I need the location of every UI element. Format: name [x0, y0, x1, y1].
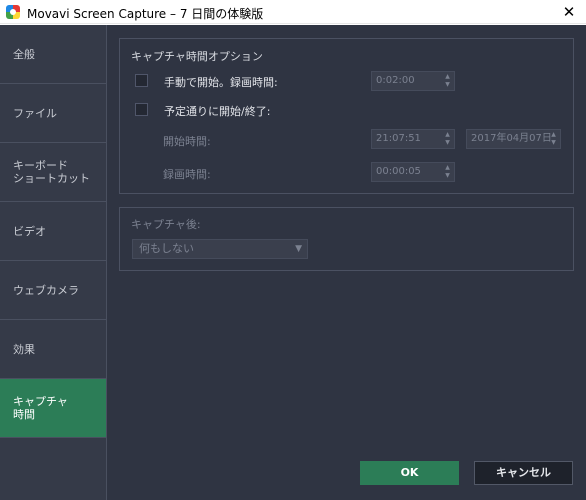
- scheduled-checkbox[interactable]: [135, 103, 148, 116]
- sidebar-item-files[interactable]: ファイル: [0, 84, 106, 143]
- sidebar-item-webcam[interactable]: ウェブカメラ: [0, 261, 106, 320]
- start-date-spinbox[interactable]: 2017年04月07日 ▲ ▼: [466, 129, 561, 149]
- start-time-spinbox[interactable]: 21:07:51 ▲ ▼: [371, 129, 455, 149]
- manual-duration-value: 0:02:00: [376, 75, 415, 86]
- window-title: Movavi Screen Capture – 7 日間の体験版: [27, 7, 264, 21]
- spin-arrows-icon[interactable]: ▲ ▼: [444, 164, 451, 180]
- start-date-value: 2017年04月07日: [471, 133, 552, 144]
- close-icon[interactable]: ✕: [552, 0, 586, 24]
- scheduled-label: 予定通りに開始/終了:: [164, 105, 271, 118]
- scheduled-duration-value: 00:00:05: [376, 166, 421, 177]
- start-time-value: 21:07:51: [376, 133, 421, 144]
- movavi-app-icon: [6, 5, 20, 19]
- settings-window: 全般 ファイル キーボード ショートカット ビデオ ウェブカメラ 効果 キャプチ…: [0, 25, 586, 500]
- after-capture-selected: 何もしない: [139, 242, 194, 255]
- manual-start-label: 手動で開始。録画時間:: [164, 76, 278, 89]
- cancel-button[interactable]: キャンセル: [474, 461, 573, 485]
- spin-arrows-icon[interactable]: ▲ ▼: [444, 73, 451, 89]
- scheduled-duration-spinbox[interactable]: 00:00:05 ▲ ▼: [371, 162, 455, 182]
- ok-button[interactable]: OK: [360, 461, 459, 485]
- settings-sidebar: 全般 ファイル キーボード ショートカット ビデオ ウェブカメラ 効果 キャプチ…: [0, 25, 107, 500]
- scheduled-duration-label: 録画時間:: [163, 168, 211, 181]
- sidebar-item-video[interactable]: ビデオ: [0, 202, 106, 261]
- start-time-label: 開始時間:: [163, 135, 211, 148]
- spin-arrows-icon[interactable]: ▲ ▼: [444, 131, 451, 147]
- title-bar: Movavi Screen Capture – 7 日間の体験版 ✕: [0, 0, 586, 24]
- sidebar-item-general[interactable]: 全般: [0, 25, 106, 84]
- spin-arrows-icon[interactable]: ▲ ▼: [550, 131, 557, 147]
- after-capture-title: キャプチャ後:: [131, 218, 201, 231]
- manual-duration-spinbox[interactable]: 0:02:00 ▲ ▼: [371, 71, 455, 91]
- manual-start-checkbox[interactable]: [135, 74, 148, 87]
- sidebar-item-effects[interactable]: 効果: [0, 320, 106, 379]
- after-capture-dropdown[interactable]: 何もしない ▼: [132, 239, 308, 259]
- capture-time-options-title: キャプチャ時間オプション: [131, 50, 263, 63]
- sidebar-item-capture-time[interactable]: キャプチャ 時間: [0, 379, 106, 438]
- sidebar-item-keyboard-shortcuts[interactable]: キーボード ショートカット: [0, 143, 106, 202]
- chevron-down-icon: ▼: [295, 244, 302, 254]
